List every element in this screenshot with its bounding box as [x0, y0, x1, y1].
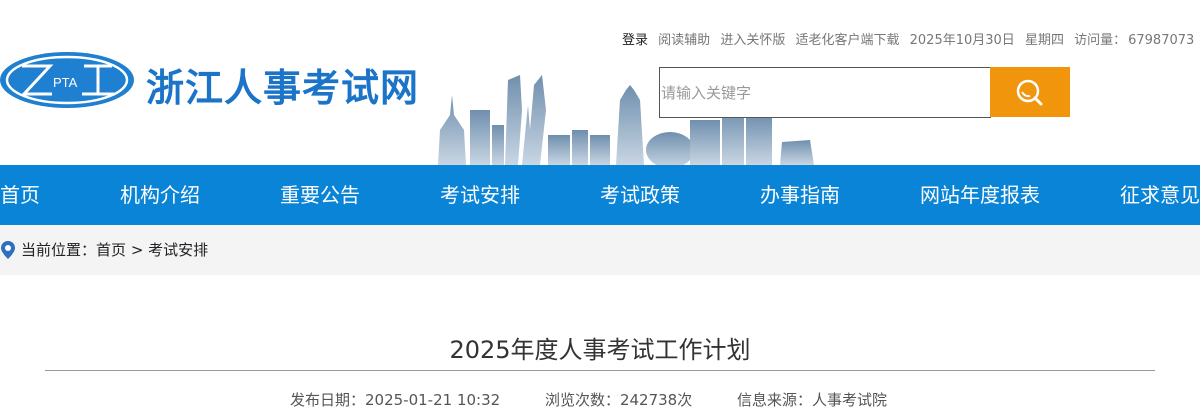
search-input[interactable] — [659, 67, 991, 118]
publish-date: 发布日期：2025-01-21 10:32 — [290, 391, 501, 409]
info-source: 信息来源：人事考试院 — [737, 391, 888, 409]
breadcrumb-current[interactable]: 考试安排 — [148, 241, 208, 259]
breadcrumb-prefix: 当前位置： — [21, 241, 97, 259]
breadcrumb-home-link[interactable]: 首页 — [96, 241, 126, 259]
breadcrumb: 当前位置：首页 > 考试安排 — [21, 239, 208, 260]
breadcrumb-separator: > — [130, 241, 144, 259]
visit-label: 访问量： — [1074, 33, 1127, 48]
nav-item-exam-schedule[interactable]: 考试安排 — [440, 165, 520, 225]
nav-item-home[interactable]: 首页 — [0, 165, 40, 225]
main-nav: 首页 机构介绍 重要公告 考试安排 考试政策 办事指南 网站年度报表 征求意见 — [0, 165, 1200, 225]
current-weekday: 星期四 — [1024, 33, 1064, 48]
logo-text: PTA — [53, 75, 78, 90]
search-button[interactable] — [990, 67, 1070, 117]
visit-count: 67987073 — [1128, 33, 1195, 48]
nav-item-announcements[interactable]: 重要公告 — [280, 165, 360, 225]
location-pin-icon — [1, 241, 15, 259]
pta-logo-icon: PTA — [5, 55, 129, 105]
view-count: 浏览次数：242738次 — [544, 391, 693, 409]
nav-item-about[interactable]: 机构介绍 — [120, 165, 200, 225]
title-divider — [45, 370, 1155, 371]
site-header: PTA 浙江人事考试网 登录 阅读辅助 进入关怀版 适老化客户端下载 2025年… — [0, 0, 1200, 165]
login-link[interactable]: 登录 — [622, 33, 648, 48]
current-date: 2025年10月30日 — [909, 33, 1015, 48]
elder-client-download-link[interactable]: 适老化客户端下载 — [795, 33, 899, 48]
site-logo[interactable]: PTA — [0, 52, 134, 108]
article-title: 2025年度人事考试工作计划 — [449, 336, 751, 364]
breadcrumb-bar: 当前位置：首页 > 考试安排 — [0, 225, 1200, 275]
nav-item-exam-policy[interactable]: 考试政策 — [600, 165, 680, 225]
search-icon — [1016, 79, 1043, 106]
top-utility-bar: 登录 阅读辅助 进入关怀版 适老化客户端下载 2025年10月30日 星期四 访… — [622, 29, 1194, 48]
nav-item-feedback[interactable]: 征求意见 — [1120, 165, 1200, 225]
nav-item-guide[interactable]: 办事指南 — [760, 165, 840, 225]
care-mode-link[interactable]: 进入关怀版 — [720, 33, 785, 48]
nav-item-annual-report[interactable]: 网站年度报表 — [920, 165, 1040, 225]
site-name[interactable]: 浙江人事考试网 — [146, 57, 419, 112]
read-assist-link[interactable]: 阅读辅助 — [658, 33, 710, 48]
